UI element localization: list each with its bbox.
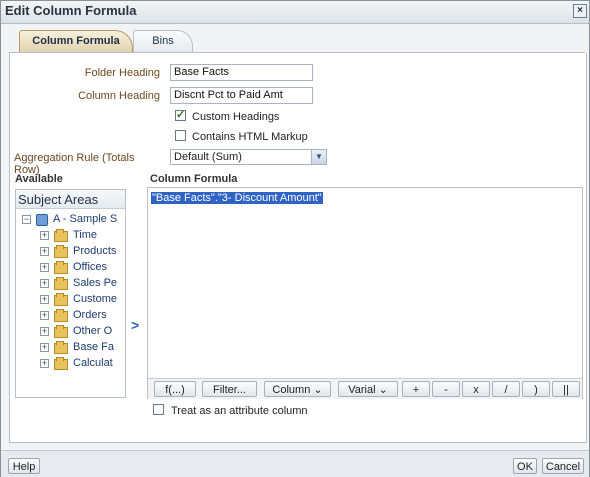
expand-icon[interactable]: + (40, 359, 49, 368)
aggregation-rule-value: Default (Sum) (174, 151, 242, 163)
function-button[interactable]: f(...) (154, 381, 196, 397)
tree-item-label: Time (73, 229, 98, 241)
tree-item-label: Custome (73, 293, 118, 305)
custom-headings-label: Custom Headings (192, 111, 280, 123)
concat-button[interactable]: || (552, 381, 580, 397)
html-markup-label: Contains HTML Markup (192, 131, 308, 143)
folder-heading-field[interactable]: Base Facts (170, 64, 313, 81)
expand-icon[interactable]: + (40, 279, 49, 288)
column-formula-editor[interactable]: "Base Facts"."3- Discount Amount" f(...)… (147, 187, 583, 399)
folder-icon (54, 261, 68, 274)
tab-strip: Column Formula Bins (9, 30, 585, 53)
tree-item-label: Orders (73, 309, 107, 321)
tab-bins[interactable]: Bins (133, 30, 193, 52)
plus-button[interactable]: + (402, 381, 430, 397)
ok-button[interactable]: OK (513, 458, 537, 474)
formula-text[interactable]: "Base Facts"."3- Discount Amount" (151, 192, 323, 204)
folder-icon (54, 325, 68, 338)
variable-button[interactable]: Varial ⌄ (338, 381, 398, 397)
tree-item-label: Other O (73, 325, 113, 337)
tree-item-label: Base Fa (73, 341, 114, 353)
tree-item-label: Offices (73, 261, 108, 273)
close-icon[interactable]: × (573, 4, 587, 18)
expand-icon[interactable]: + (40, 295, 49, 304)
attribute-column-label: Treat as an attribute column (171, 405, 308, 417)
column-button[interactable]: Column ⌄ (264, 381, 331, 397)
tree-item-label: Products (73, 245, 117, 257)
title-bar[interactable]: Edit Column Formula × (1, 1, 589, 24)
close-paren-button[interactable]: ) (522, 381, 550, 397)
edit-column-formula-dialog: Edit Column Formula × Column Formula Bin… (0, 0, 590, 477)
move-right-arrow-icon[interactable]: > (131, 317, 139, 333)
help-button[interactable]: Help (8, 458, 40, 474)
filter-button[interactable]: Filter... (202, 381, 257, 397)
tree-item-label: Calculat (73, 357, 113, 369)
custom-headings-checkbox[interactable] (175, 108, 186, 121)
dialog-title: Edit Column Formula (5, 3, 137, 18)
folder-icon (54, 357, 68, 370)
minus-button[interactable]: - (432, 381, 460, 397)
expand-icon[interactable]: + (40, 247, 49, 256)
column-formula-heading: Column Formula (150, 173, 238, 185)
dialog-footer: Help OK Cancel (1, 450, 589, 477)
subject-areas-title: Subject Areas (16, 190, 125, 209)
available-heading: Available (15, 173, 63, 185)
tree-item-label: Sales Pe (73, 277, 118, 289)
divide-button[interactable]: / (492, 381, 520, 397)
subject-areas-tree: Subject Areas − A - Sample S + Time + Pr… (15, 189, 126, 398)
expand-icon[interactable]: + (40, 343, 49, 352)
folder-icon (54, 293, 68, 306)
expand-icon[interactable]: + (40, 327, 49, 336)
folder-icon (54, 229, 68, 242)
folder-icon (54, 277, 68, 290)
folder-icon (54, 245, 68, 258)
attribute-column-checkbox[interactable] (153, 404, 164, 415)
expand-icon[interactable]: + (40, 263, 49, 272)
expand-icon[interactable]: + (40, 231, 49, 240)
tree-root-label: A - Sample S (53, 213, 118, 225)
multiply-button[interactable]: x (462, 381, 490, 397)
folder-heading-label: Folder Heading (84, 67, 160, 79)
expand-icon[interactable]: + (40, 311, 49, 320)
html-markup-checkbox[interactable] (175, 130, 186, 141)
cancel-button[interactable]: Cancel (542, 458, 584, 474)
folder-icon (54, 341, 68, 354)
aggregation-rule-select[interactable]: Default (Sum) ▼ (170, 149, 327, 165)
column-heading-label: Column Heading (78, 90, 160, 102)
folder-icon (54, 309, 68, 322)
cube-icon (36, 214, 48, 226)
tab-column-formula[interactable]: Column Formula (19, 30, 133, 52)
chevron-down-icon[interactable]: ▼ (311, 150, 326, 164)
column-heading-field[interactable]: Discnt Pct to Paid Amt (170, 87, 313, 104)
formula-toolbar: f(...) Filter... Column ⌄ Varial ⌄ + - x… (148, 378, 582, 399)
collapse-icon[interactable]: − (22, 215, 31, 224)
